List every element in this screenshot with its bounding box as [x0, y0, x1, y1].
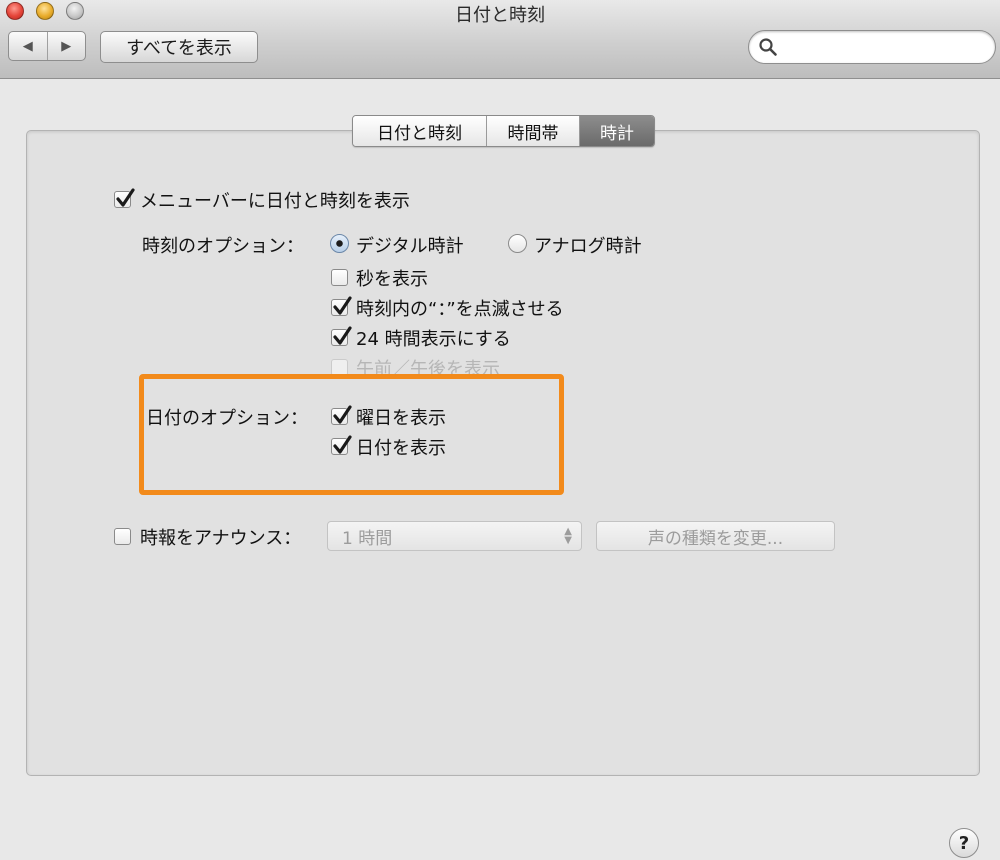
- announce-time-label: 時報をアナウンス：: [140, 528, 302, 549]
- analog-clock-radio[interactable]: [508, 234, 527, 253]
- tab-bar: 日付と時刻 時間帯 時計: [352, 115, 655, 147]
- flash-separators-checkbox[interactable]: [331, 296, 352, 316]
- back-arrow-icon: ◀: [22, 38, 33, 54]
- flash-separators-label: 時刻内の“：”を点滅させる: [356, 299, 564, 320]
- search-input[interactable]: [783, 36, 987, 60]
- show-seconds-label: 秒を表示: [356, 269, 428, 290]
- checkmark-icon: [116, 188, 135, 207]
- window-title: 日付と時刻: [455, 5, 545, 26]
- announce-interval-value: 1 時間: [342, 528, 393, 549]
- forward-button[interactable]: ▶: [48, 32, 86, 60]
- checkmark-icon: [333, 326, 352, 345]
- search-icon: [759, 38, 777, 56]
- help-button[interactable]: ?: [949, 828, 979, 858]
- customize-voice-button: 声の種類を変更...: [596, 521, 835, 551]
- tab-date-time[interactable]: 日付と時刻: [353, 116, 486, 146]
- tab-time-zone[interactable]: 時間帯: [486, 116, 579, 146]
- announce-interval-popup: 1 時間 ▲ ▼: [327, 521, 582, 551]
- popup-arrows-icon: ▲ ▼: [564, 526, 572, 546]
- digital-clock-radio[interactable]: [330, 234, 349, 253]
- announce-time-checkbox[interactable]: [114, 528, 131, 545]
- show-seconds-checkbox[interactable]: [331, 269, 348, 286]
- digital-clock-label: デジタル時計: [356, 236, 464, 257]
- analog-clock-label: アナログ時計: [534, 236, 642, 257]
- back-button[interactable]: ◀: [9, 32, 48, 60]
- title-bar: 日付と時刻 ◀ ▶ すべてを表示: [0, 0, 1000, 79]
- show-all-button[interactable]: すべてを表示: [100, 31, 258, 63]
- use-24-hour-checkbox[interactable]: [331, 326, 352, 346]
- time-options-label: 時刻のオプション：: [142, 236, 304, 257]
- forward-arrow-icon: ▶: [61, 38, 72, 54]
- date-options-highlight: [139, 374, 564, 495]
- menubar-clock-label: メニューバーに日付と時刻を表示: [140, 191, 410, 212]
- tab-clock[interactable]: 時計: [579, 116, 654, 146]
- menubar-clock-checkbox[interactable]: [114, 188, 135, 208]
- checkmark-icon: [333, 296, 352, 315]
- navigation-buttons: ◀ ▶: [8, 31, 86, 61]
- use-24-hour-label: 24 時間表示にする: [356, 329, 511, 350]
- search-field[interactable]: [748, 30, 996, 64]
